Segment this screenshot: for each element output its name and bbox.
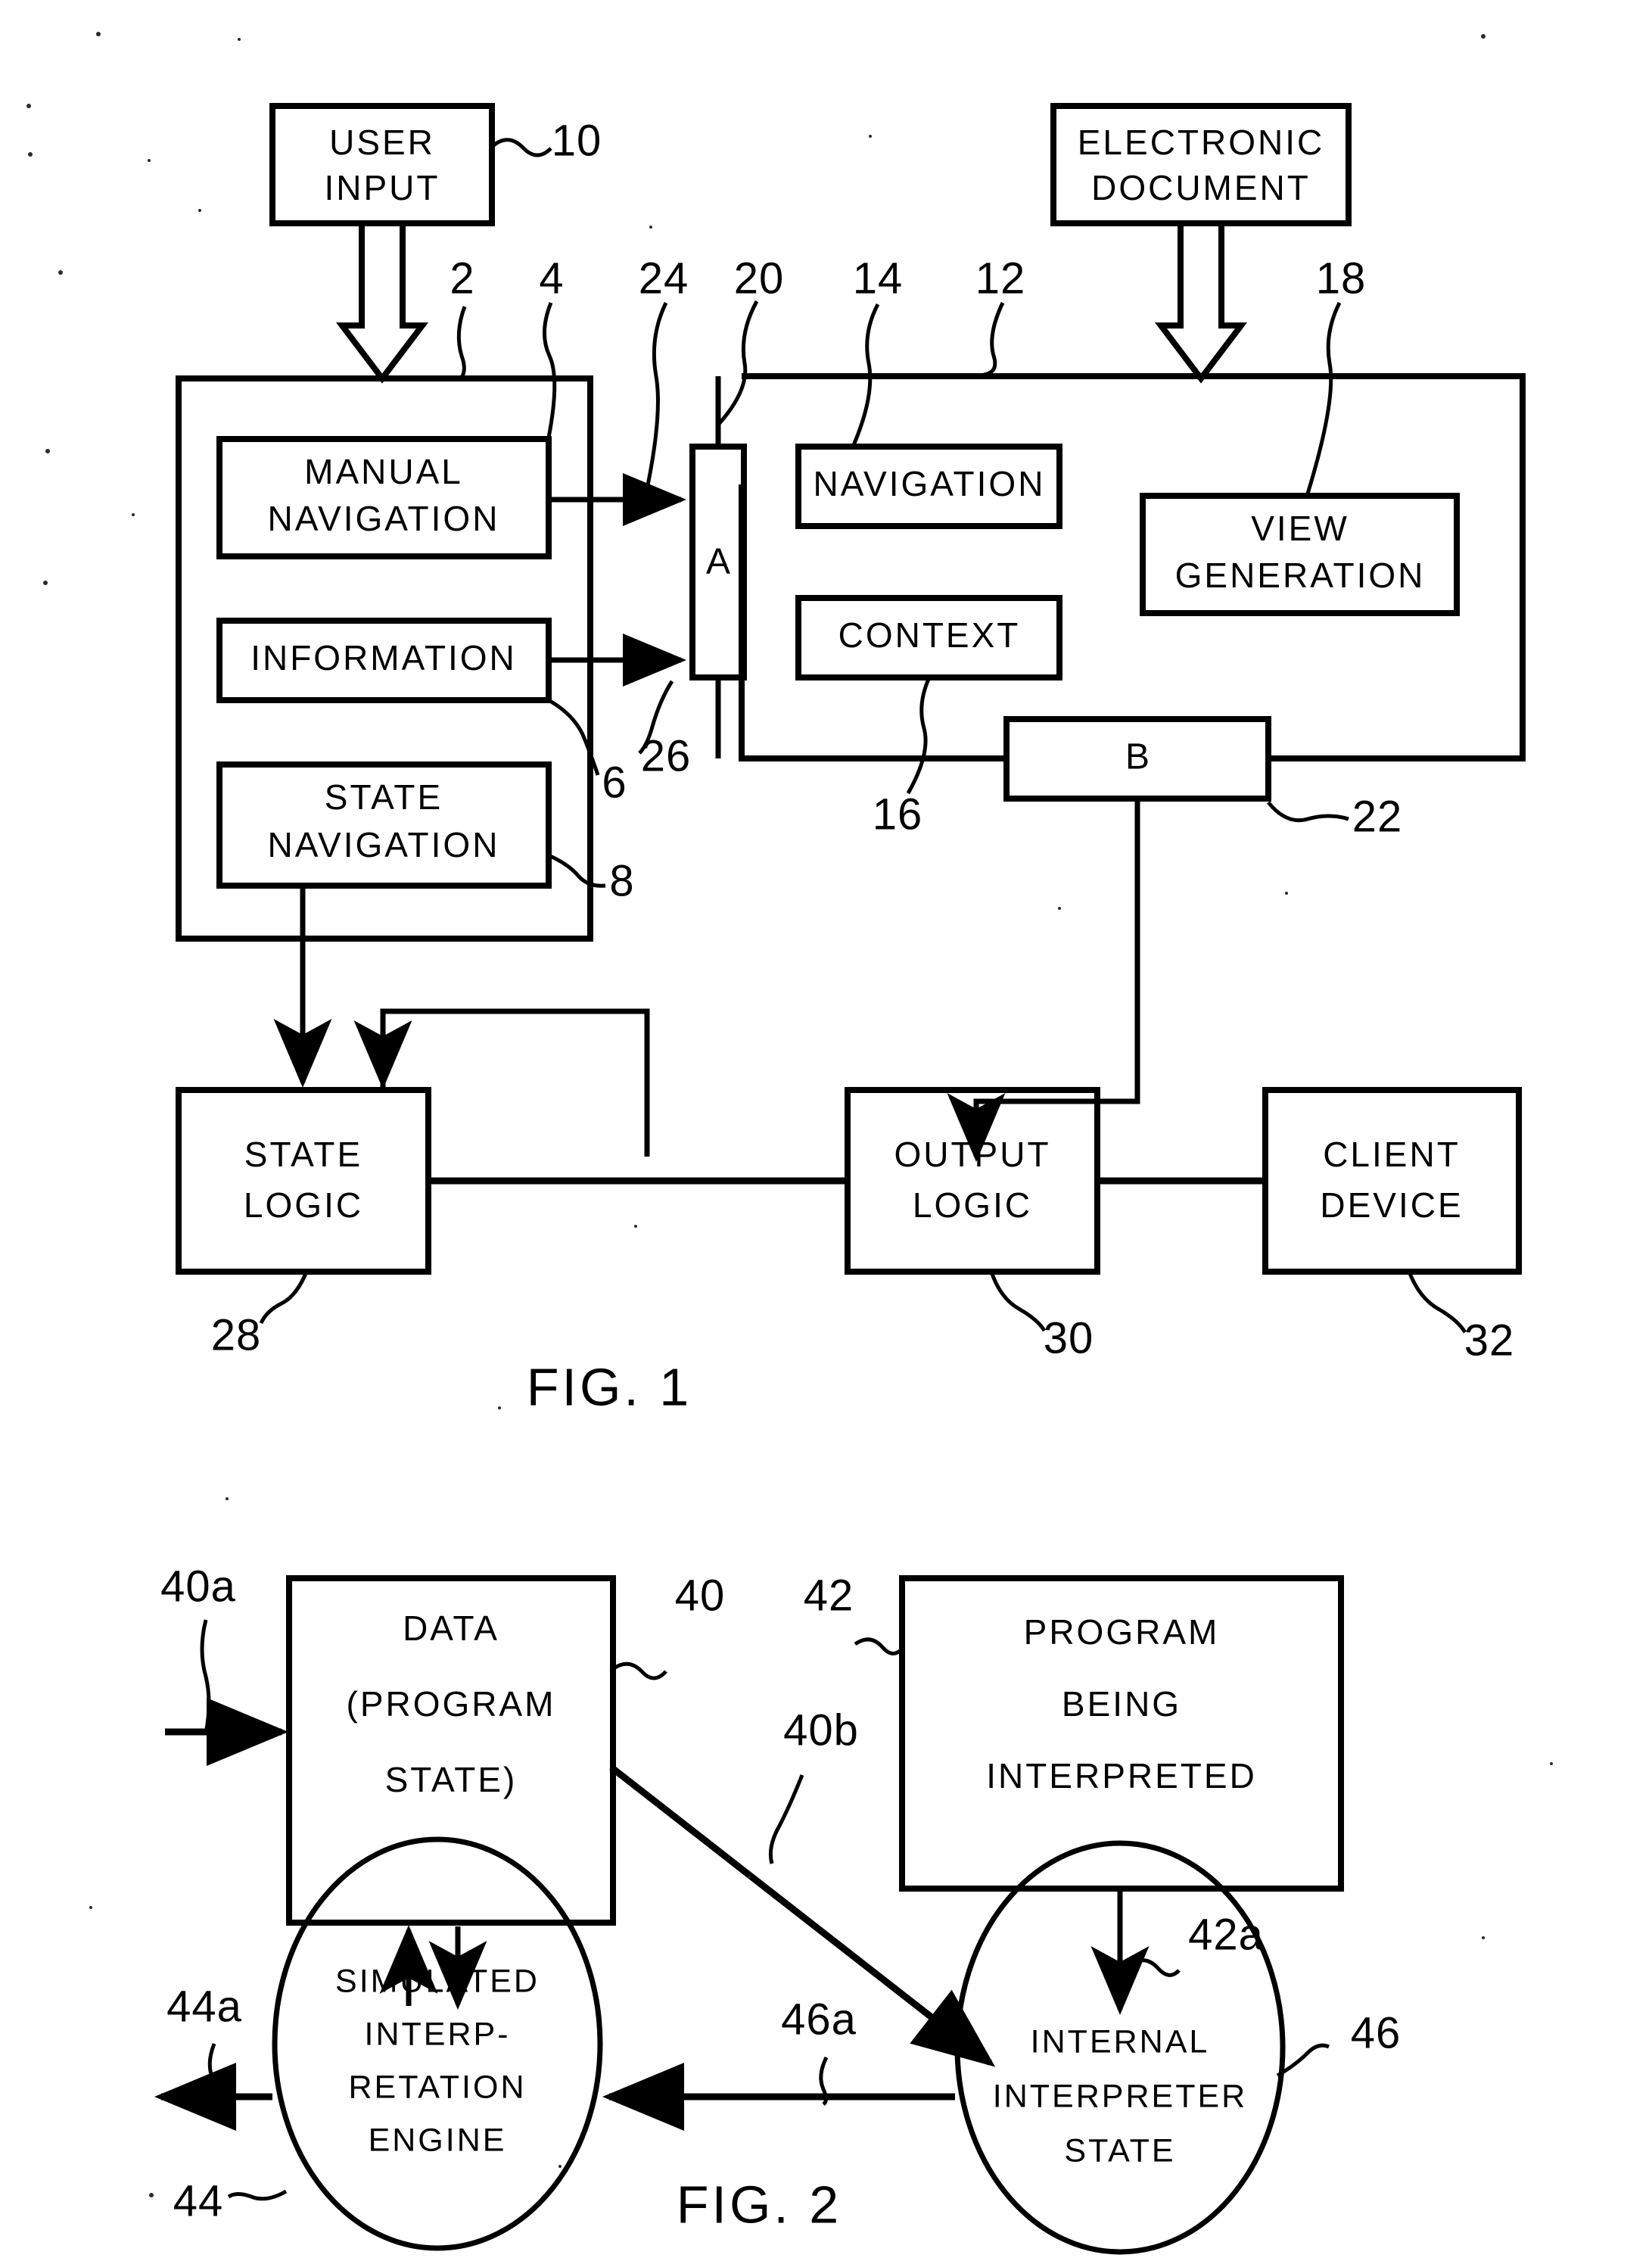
ref-46: 46: [1351, 2008, 1402, 2057]
figure-text-layer: USER INPUT ELECTRONIC DOCUMENT MANUAL NA…: [160, 116, 1515, 2234]
ref-40a: 40a: [160, 1562, 236, 1611]
user-input-label-line2: INPUT: [325, 168, 440, 207]
figure-1-caption: FIG. 1: [527, 1357, 692, 1416]
ref-6: 6: [602, 758, 627, 807]
patent-drawing-sheet: USER INPUT ELECTRONIC DOCUMENT MANUAL NA…: [0, 0, 1652, 2261]
program-being-interpreted-label-line2: BEING: [1062, 1684, 1181, 1724]
view-generation-label-line1: VIEW: [1251, 509, 1349, 548]
state-logic-label-line1: STATE: [244, 1135, 362, 1174]
user-input-label-line1: USER: [329, 123, 435, 162]
data-program-state-label-line2: (PROGRAM: [347, 1684, 556, 1724]
internal-state-label-line2: INTERPRETER: [993, 2078, 1247, 2114]
ref-4: 4: [539, 254, 564, 303]
internal-state-label-line1: INTERNAL: [1031, 2023, 1210, 2060]
simulated-engine-label-line4: ENGINE: [369, 2122, 507, 2158]
connector-b-label: B: [1125, 737, 1150, 777]
information-label: INFORMATION: [250, 638, 517, 677]
ref-30: 30: [1044, 1313, 1094, 1363]
ref-24: 24: [639, 254, 689, 303]
ref-42a: 42a: [1188, 1910, 1264, 1959]
state-navigation-label-line2: NAVIGATION: [268, 825, 500, 864]
ref-46a: 46a: [781, 1995, 857, 2044]
state-navigation-label-line1: STATE: [325, 777, 443, 817]
data-program-state-label-line1: DATA: [403, 1609, 499, 1648]
output-logic-label-line1: OUTPUT: [894, 1135, 1050, 1174]
electronic-document-label-line2: DOCUMENT: [1091, 168, 1311, 207]
ref-40: 40: [675, 1571, 726, 1620]
state-logic-label-line2: LOGIC: [244, 1185, 363, 1225]
simulated-engine-label-line2: INTERP-: [365, 2016, 511, 2052]
client-device-label-line1: CLIENT: [1323, 1135, 1461, 1174]
ref-10: 10: [552, 116, 602, 165]
data-program-state-label-line3: STATE): [385, 1760, 518, 1799]
ref-18: 18: [1316, 254, 1367, 303]
connector-a-label: A: [706, 542, 730, 582]
ref-2: 2: [450, 254, 474, 303]
navigation-label: NAVIGATION: [814, 464, 1046, 503]
electronic-document-label-line1: ELECTRONIC: [1078, 123, 1324, 162]
ref-14: 14: [853, 254, 904, 303]
ref-42: 42: [804, 1571, 854, 1620]
internal-state-label-line3: STATE: [1064, 2132, 1175, 2169]
output-logic-label-line2: LOGIC: [913, 1185, 1032, 1225]
view-generation-label-line2: GENERATION: [1175, 556, 1426, 595]
manual-navigation-label-line2: NAVIGATION: [268, 499, 500, 538]
ref-12: 12: [975, 254, 1026, 303]
ref-44: 44: [173, 2176, 224, 2225]
simulated-engine-label-line3: RETATION: [348, 2069, 526, 2105]
ref-8: 8: [609, 856, 634, 905]
ref-28: 28: [211, 1310, 262, 1359]
ref-44a: 44a: [166, 1982, 242, 2031]
ref-40b: 40b: [783, 1705, 859, 1755]
context-label: CONTEXT: [838, 615, 1021, 655]
ref-22: 22: [1352, 792, 1403, 841]
simulated-engine-label-line1: SIMULATED: [335, 1963, 540, 1999]
program-being-interpreted-label-line3: INTERPRETED: [986, 1756, 1257, 1795]
client-device-label-line2: DEVICE: [1320, 1185, 1463, 1225]
figure-2-caption: FIG. 2: [677, 2175, 842, 2234]
ref-16: 16: [873, 789, 923, 839]
ref-32: 32: [1464, 1316, 1515, 1365]
program-being-interpreted-label-line1: PROGRAM: [1024, 1612, 1220, 1652]
ref-20: 20: [734, 254, 785, 303]
manual-navigation-label-line1: MANUAL: [304, 452, 463, 491]
ref-26: 26: [641, 731, 692, 780]
